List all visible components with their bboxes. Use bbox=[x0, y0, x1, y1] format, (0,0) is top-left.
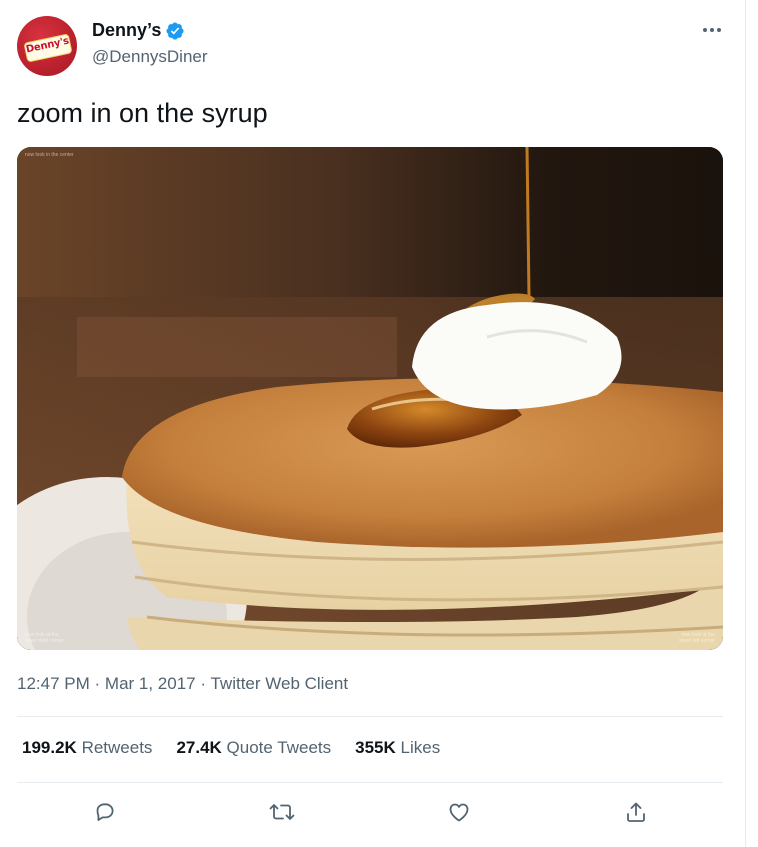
author-name-row[interactable]: Denny’s bbox=[92, 20, 185, 41]
tweet-meta: 12:47 PM · Mar 1, 2017 · Twitter Web Cli… bbox=[17, 674, 348, 694]
engagement-stats: 199.2K Retweets 27.4K Quote Tweets 355K … bbox=[22, 738, 464, 758]
handle[interactable]: @DennysDiner bbox=[92, 47, 208, 67]
tweet-date[interactable]: Mar 1, 2017 bbox=[105, 674, 196, 693]
media-caption-bottom-right: now look at the lower left corner bbox=[679, 632, 715, 644]
pancake-photo bbox=[17, 147, 723, 650]
more-options-icon[interactable] bbox=[700, 18, 724, 42]
retweet-button[interactable] bbox=[268, 798, 296, 826]
tweet-client[interactable]: Twitter Web Client bbox=[210, 674, 348, 693]
verified-badge-icon bbox=[166, 21, 184, 40]
media-caption-top-left: now look in the center bbox=[25, 152, 74, 158]
tweet-text: zoom in on the syrup bbox=[17, 98, 268, 128]
retweets-label: Retweets bbox=[81, 738, 153, 757]
reply-button[interactable] bbox=[91, 798, 119, 826]
media-caption-bottom-left: now look at the lower right corner bbox=[25, 632, 64, 644]
dennys-logo: Denny's bbox=[23, 33, 73, 63]
tweet-time[interactable]: 12:47 PM bbox=[17, 674, 90, 693]
likes-stat[interactable]: 355K Likes bbox=[355, 738, 440, 758]
share-button[interactable] bbox=[622, 798, 650, 826]
quote-tweets-count: 27.4K bbox=[176, 738, 222, 757]
retweets-count: 199.2K bbox=[22, 738, 77, 757]
tweet-image[interactable]: now look in the center now look at the l… bbox=[17, 147, 723, 650]
share-icon bbox=[627, 802, 645, 822]
likes-count: 355K bbox=[355, 738, 396, 757]
quote-tweets-stat[interactable]: 27.4K Quote Tweets bbox=[176, 738, 331, 758]
reply-icon bbox=[96, 803, 114, 821]
meta-separator: · bbox=[94, 674, 101, 693]
logo-text: Denny's bbox=[25, 35, 70, 56]
quote-tweets-label: Quote Tweets bbox=[226, 738, 332, 757]
meta-separator: · bbox=[200, 674, 207, 693]
divider bbox=[17, 782, 723, 783]
display-name[interactable]: Denny’s bbox=[92, 20, 161, 41]
likes-label: Likes bbox=[400, 738, 441, 757]
divider bbox=[17, 716, 723, 717]
like-button[interactable] bbox=[445, 798, 473, 826]
retweets-stat[interactable]: 199.2K Retweets bbox=[22, 738, 152, 758]
retweet-icon bbox=[269, 804, 295, 820]
action-bar bbox=[0, 798, 745, 826]
timeline-border bbox=[745, 0, 746, 847]
avatar[interactable]: Denny's bbox=[17, 16, 77, 76]
heart-icon bbox=[449, 803, 469, 822]
